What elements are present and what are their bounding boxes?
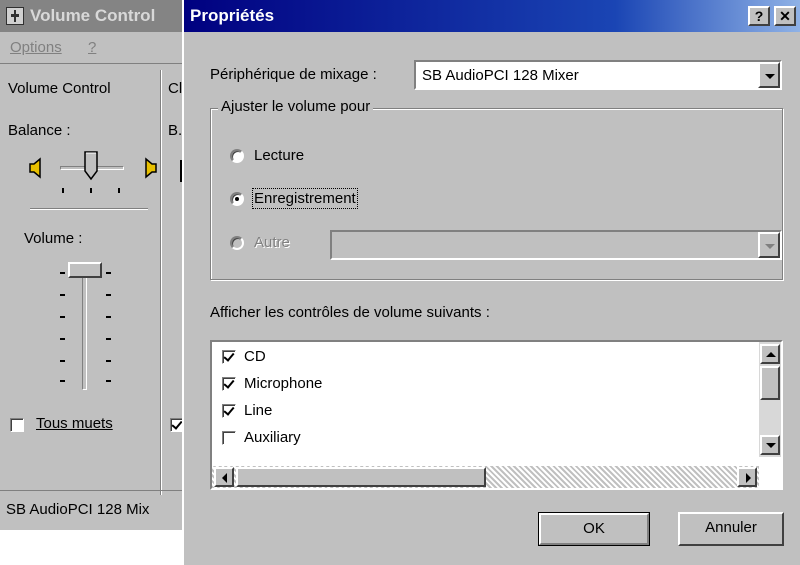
radio-other[interactable] bbox=[230, 236, 244, 250]
scroll-down-icon[interactable] bbox=[760, 435, 780, 455]
volume-tick bbox=[60, 380, 65, 382]
column-separator bbox=[160, 70, 162, 495]
status-bar: SB AudioPCI 128 Mix bbox=[0, 490, 200, 530]
checkbox-auxiliary[interactable] bbox=[222, 431, 236, 445]
radio-recording[interactable] bbox=[230, 192, 244, 206]
mixer-device-label: Périphérique de mixage : bbox=[210, 66, 377, 83]
adjust-volume-group-title: Ajuster le volume pour bbox=[218, 98, 374, 115]
speaker-left-icon bbox=[29, 157, 41, 179]
radio-playback-label[interactable]: Lecture bbox=[254, 147, 304, 164]
checkbox-microphone[interactable] bbox=[222, 377, 236, 391]
volume-tick bbox=[60, 360, 65, 362]
vertical-scrollbar[interactable] bbox=[759, 342, 781, 457]
chevron-down-icon[interactable] bbox=[758, 62, 780, 88]
chevron-down-icon[interactable] bbox=[758, 232, 780, 258]
balance-divider bbox=[30, 208, 148, 210]
volume-control-titlebar[interactable]: Volume Control bbox=[0, 0, 200, 32]
mixer-app-icon bbox=[6, 7, 24, 25]
balance-label-2: B. bbox=[168, 122, 183, 139]
balance-slider-thumb[interactable] bbox=[84, 151, 98, 181]
balance-tick bbox=[90, 188, 92, 193]
mute-all-checkbox[interactable] bbox=[10, 418, 24, 432]
volume-tick bbox=[106, 316, 111, 318]
ok-button[interactable]: OK bbox=[538, 512, 650, 546]
checkbox-cd[interactable] bbox=[222, 350, 236, 364]
volume-tick bbox=[60, 338, 65, 340]
volume-slider-track bbox=[82, 262, 87, 390]
controls-list-label: Afficher les contrôles de volume suivant… bbox=[210, 304, 490, 321]
radio-other-label[interactable]: Autre bbox=[254, 234, 290, 251]
scroll-left-icon[interactable] bbox=[214, 467, 234, 487]
column-header-volume-control: Volume Control bbox=[8, 80, 111, 97]
volume-tick bbox=[60, 272, 65, 274]
volume-tick bbox=[106, 338, 111, 340]
properties-dialog: Propriétés ? ✕ Périphérique de mixage : … bbox=[182, 0, 800, 565]
volume-tick bbox=[60, 294, 65, 296]
vertical-scroll-thumb[interactable] bbox=[760, 366, 780, 400]
menu-options[interactable]: Options bbox=[10, 39, 62, 56]
volume-control-window: Volume Control Options ? Volume Control … bbox=[0, 0, 202, 530]
column-header-2: Cl bbox=[168, 80, 183, 97]
volume-control-title: Volume Control bbox=[30, 6, 156, 25]
volume-tick bbox=[106, 360, 111, 362]
volume-tick bbox=[60, 316, 65, 318]
menu-help[interactable]: ? bbox=[88, 39, 96, 56]
volume-slider-thumb[interactable] bbox=[68, 262, 102, 278]
mute-all-label[interactable]: Tous muets bbox=[36, 415, 113, 432]
cancel-button[interactable]: Annuler bbox=[678, 512, 784, 546]
volume-controls-list[interactable]: CD Microphone Line Auxiliary bbox=[210, 340, 783, 490]
volume-tick bbox=[106, 294, 111, 296]
help-button[interactable]: ? bbox=[748, 6, 770, 26]
volume-tick bbox=[106, 380, 111, 382]
other-device-select[interactable] bbox=[330, 230, 782, 260]
checkbox-line[interactable] bbox=[222, 404, 236, 418]
volume-label: Volume : bbox=[24, 230, 83, 247]
mixer-device-select[interactable]: SB AudioPCI 128 Mixer bbox=[414, 60, 782, 90]
volume-control-menubar: Options ? bbox=[0, 32, 200, 64]
volume-tick bbox=[106, 272, 111, 274]
radio-recording-label[interactable]: Enregistrement bbox=[252, 188, 358, 209]
dialog-titlebar[interactable]: Propriétés ? ✕ bbox=[184, 0, 800, 32]
balance-tick bbox=[118, 188, 120, 193]
dialog-title: Propriétés bbox=[190, 6, 275, 25]
ok-button-face: OK bbox=[539, 513, 649, 545]
horizontal-scroll-thumb[interactable] bbox=[236, 467, 486, 487]
scroll-right-icon[interactable] bbox=[737, 467, 757, 487]
mixer-device-value: SB AudioPCI 128 Mixer bbox=[422, 67, 579, 84]
balance-tick bbox=[62, 188, 64, 193]
radio-playback[interactable] bbox=[230, 149, 244, 163]
speaker-right-icon bbox=[145, 157, 157, 179]
status-text: SB AudioPCI 128 Mix bbox=[6, 501, 150, 518]
scroll-up-icon[interactable] bbox=[760, 344, 780, 364]
close-button[interactable]: ✕ bbox=[774, 6, 796, 26]
horizontal-scrollbar[interactable] bbox=[212, 466, 759, 488]
balance-label: Balance : bbox=[8, 122, 71, 139]
